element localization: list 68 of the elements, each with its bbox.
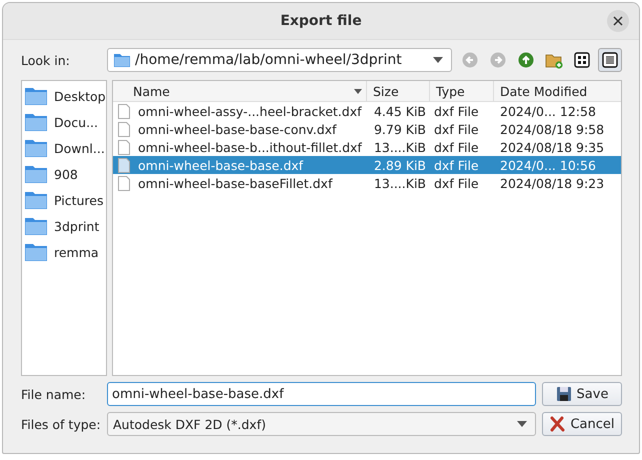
folder-icon	[24, 138, 48, 158]
file-type: dxf File	[433, 158, 480, 172]
file-type: dxf File	[433, 104, 480, 118]
close-button[interactable]	[607, 10, 629, 32]
caret-icon	[517, 421, 527, 427]
folder-icon	[24, 86, 48, 106]
file-type-label: Files of type:	[21, 416, 101, 432]
file-icon	[118, 140, 130, 154]
file-row[interactable]: omni-wheel-base-b...ithout-fillet.dxf 13....KiB dxf File 2024/08/18 9:35	[113, 138, 621, 156]
file-row[interactable]: omni-wheel-base-base-conv.dxf 9.79 KiB dxf File 2024/08/18 9:58	[113, 120, 621, 138]
file-type: dxf File	[433, 140, 480, 154]
file-row[interactable]: omni-wheel-base-base.dxf 2.89 KiB dxf File 2024/0... 10:56	[113, 156, 621, 174]
column-header[interactable]: Size	[367, 81, 430, 101]
file-name: omni-wheel-base-b...ithout-fillet.dxf	[138, 140, 362, 154]
file-size: 13....KiB	[372, 176, 427, 190]
file-icon	[118, 104, 130, 118]
file-date: 2024/0... 12:58	[499, 104, 597, 118]
sidebar-item[interactable]: Pictures	[22, 187, 106, 213]
file-size: 13....KiB	[372, 140, 427, 154]
column-header[interactable]: Type	[430, 81, 494, 101]
file-type-dropdown[interactable]: Autodesk DXF 2D (*.dxf)	[107, 412, 536, 436]
sidebar-item[interactable]: 3dprint	[22, 213, 106, 239]
file-type: dxf File	[433, 122, 480, 136]
file-date: 2024/0... 10:56	[499, 158, 597, 172]
file-size: 4.45 KiB	[372, 104, 427, 118]
grid-icon	[574, 52, 590, 68]
toolbar-button[interactable]	[598, 48, 622, 72]
column-header[interactable]: Date Modified	[494, 81, 618, 101]
file-name: omni-wheel-base-base.dxf	[138, 158, 304, 172]
list-icon	[602, 52, 618, 68]
file-row[interactable]: omni-wheel-base-baseFillet.dxf 13....KiB dxf File 2024/08/18 9:23	[113, 174, 621, 192]
sidebar-item[interactable]: Desktop	[22, 83, 106, 109]
file-row[interactable]: omni-wheel-assy-...heel-bracket.dxf 4.45 KiB dxf File 2024/0... 12:58	[113, 102, 621, 120]
cancel-button[interactable]: Cancel	[542, 412, 622, 436]
sidebar-item[interactable]: Downl...	[22, 135, 106, 161]
look-in-dropdown[interactable]: /home/remma/lab/omni-wheel/3dprint	[107, 48, 452, 72]
column-header[interactable]: Name	[113, 81, 367, 101]
file-size: 9.79 KiB	[372, 122, 427, 136]
folder-icon	[24, 216, 48, 236]
cross-icon	[549, 416, 566, 432]
file-name: omni-wheel-base-baseFillet.dxf	[138, 176, 332, 190]
folder-icon	[24, 112, 48, 132]
window-title: Export file	[280, 13, 362, 29]
folder-icon	[24, 190, 48, 210]
file-name: omni-wheel-base-base-conv.dxf	[138, 122, 336, 136]
file-name: omni-wheel-assy-...heel-bracket.dxf	[138, 104, 362, 118]
folder-icon	[24, 242, 48, 262]
file-icon	[118, 122, 130, 136]
file-date: 2024/08/18 9:58	[499, 122, 606, 136]
file-name-label: File name:	[21, 386, 87, 402]
caret-icon	[433, 57, 443, 63]
sidebar-item[interactable]: Docu...	[22, 109, 106, 135]
file-type: dxf File	[433, 176, 480, 190]
file-name-field[interactable]: omni-wheel-base-base.dxf	[107, 382, 536, 406]
file-icon	[118, 176, 130, 190]
file-icon	[118, 158, 130, 172]
sort-caret-icon	[354, 88, 362, 94]
file-date: 2024/08/18 9:23	[499, 176, 606, 190]
look-in-label: Look in:	[21, 52, 71, 68]
folder-icon	[24, 164, 48, 184]
file-size: 2.89 KiB	[372, 158, 427, 172]
close-icon	[613, 16, 623, 26]
file-date: 2024/08/18 9:35	[499, 140, 606, 154]
sidebar-item[interactable]: 908	[22, 161, 106, 187]
folder-icon	[113, 52, 131, 68]
path-text: /home/remma/lab/omni-wheel/3dprint	[135, 52, 403, 68]
sidebar-item[interactable]: remma	[22, 239, 106, 265]
save-button[interactable]: Save	[542, 382, 622, 406]
